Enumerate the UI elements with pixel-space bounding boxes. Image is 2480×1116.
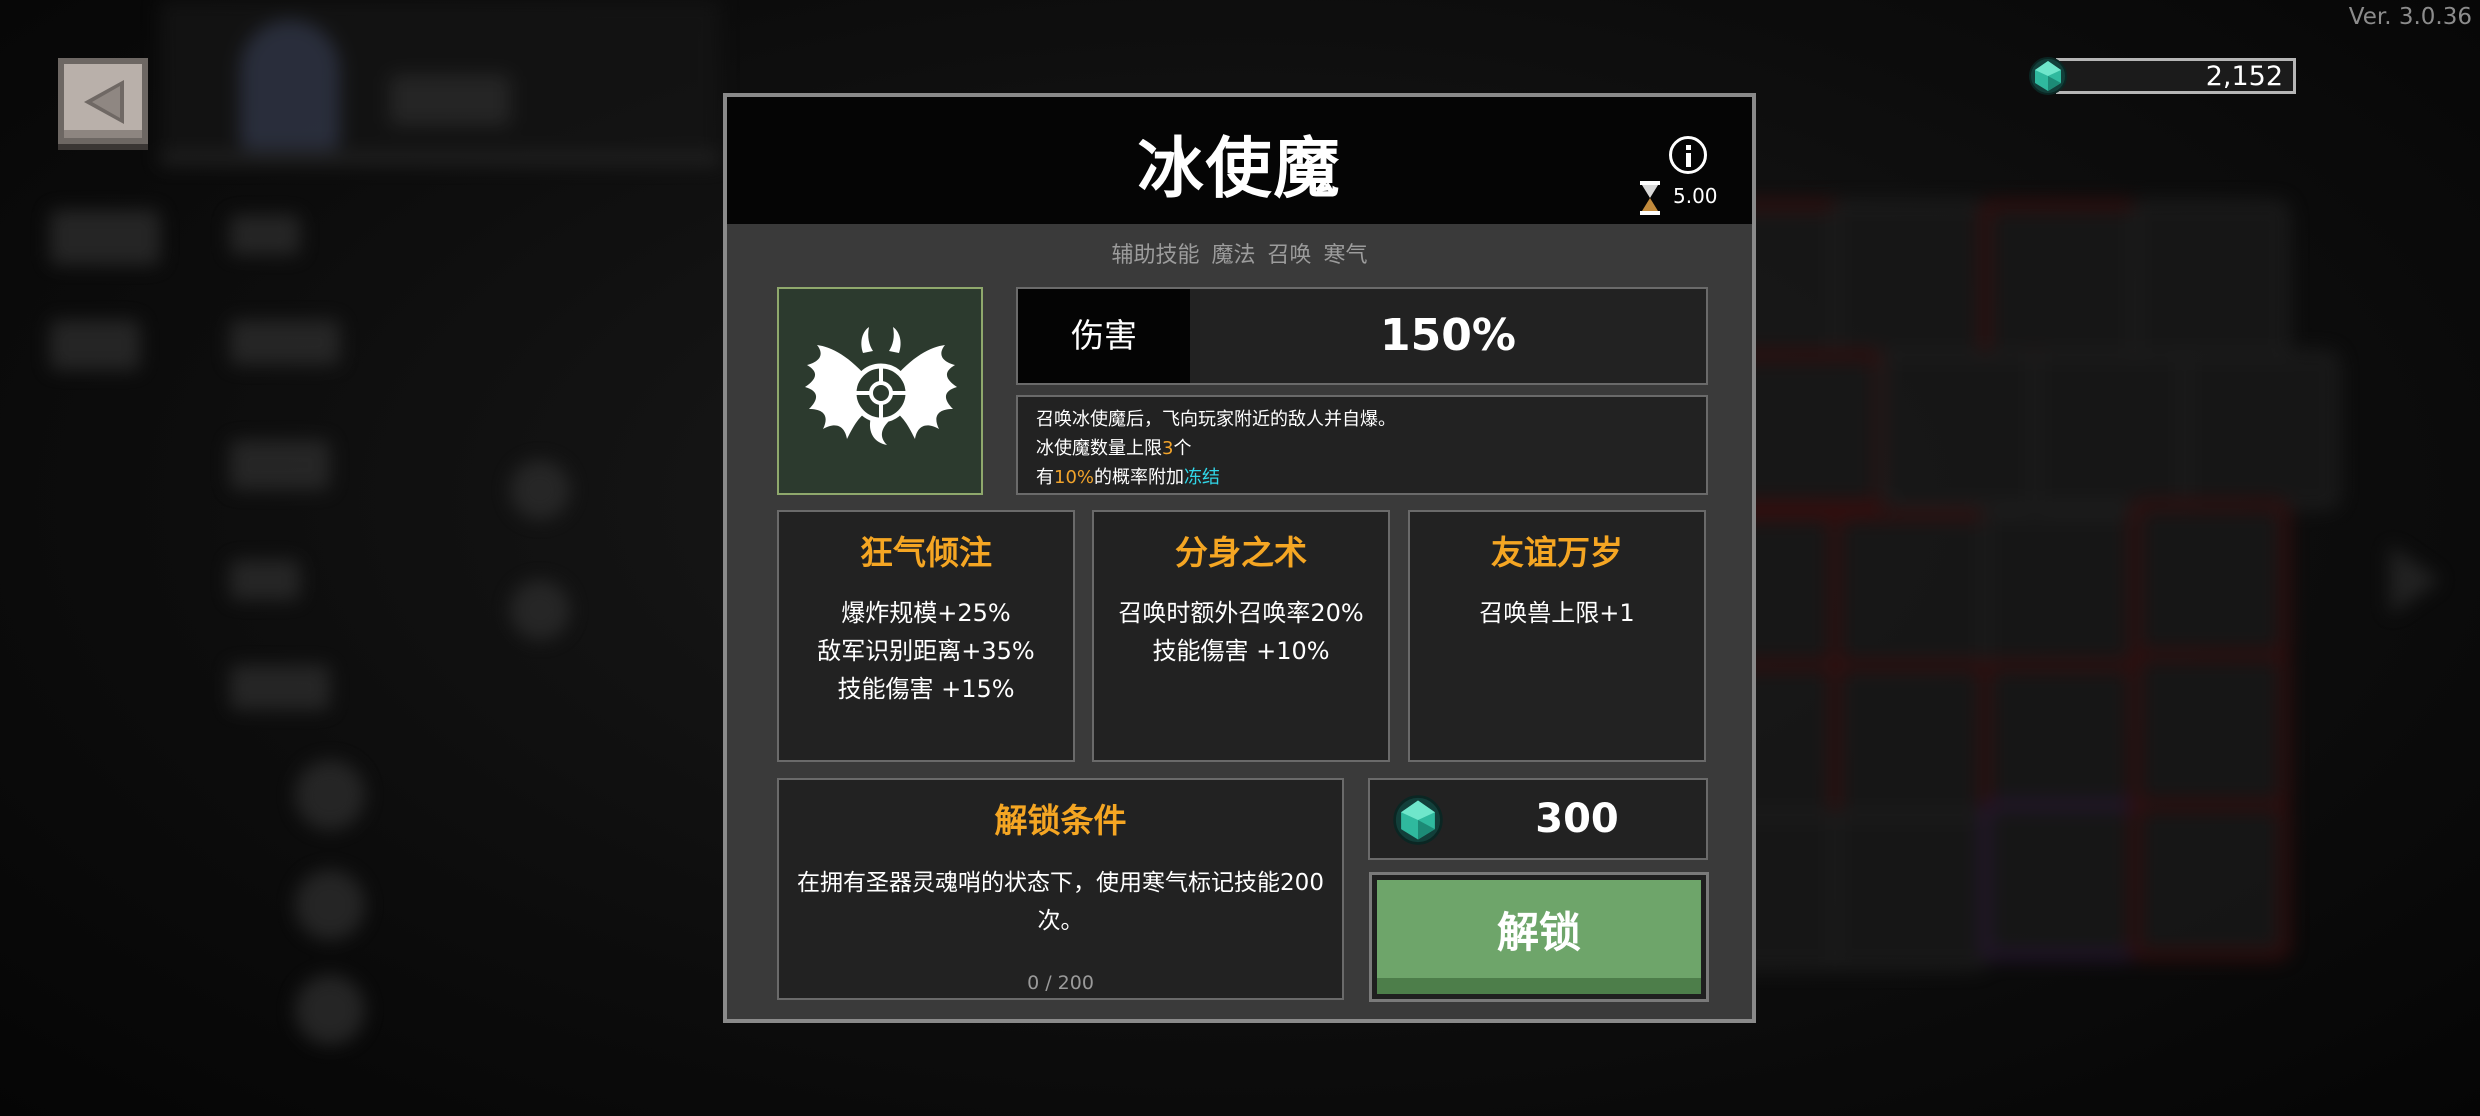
description-text: 冰使魔数量上限 [1036, 438, 1162, 459]
description-text: 有 [1036, 467, 1054, 488]
upgrade-card: 友谊万岁 召唤兽上限+1 [1408, 510, 1706, 762]
upgrade-effect: 爆炸规模+25% [841, 599, 1011, 627]
cost-value: 300 [1535, 796, 1619, 842]
emerald-gem-icon [2029, 57, 2067, 95]
back-arrow-icon [84, 80, 124, 124]
skill-tag: 寒气 [1323, 243, 1368, 268]
stat-label: 伤害 [1018, 289, 1190, 383]
description-line: 召唤冰使魔后，飞向玩家附近的敌人并自爆。 [1036, 409, 1396, 430]
description-line: 有10%的概率附加冻结 [1036, 463, 1688, 492]
skill-tags: 辅助技能 魔法 召唤 寒气 [727, 237, 1752, 269]
hourglass-icon [1640, 181, 1660, 215]
unlock-condition-text: 在拥有圣器灵魂哨的状态下，使用寒气标记技能200次。 [797, 870, 1324, 934]
freeze-effect-keyword: 冻结 [1184, 467, 1221, 488]
unlock-cost: 300 [1368, 778, 1708, 860]
stat-value: 150% [1380, 310, 1516, 361]
upgrade-effect: 技能傷害 +15% [837, 675, 1015, 703]
upgrade-effect: 技能傷害 +10% [1152, 637, 1330, 665]
info-icon[interactable] [1669, 136, 1707, 174]
unlock-condition-panel: 解锁条件 在拥有圣器灵魂哨的状态下，使用寒气标记技能200次。 0 / 200 [777, 778, 1344, 1000]
upgrade-card: 狂气倾注 爆炸规模+25% 敌军识别距离+35% 技能傷害 +15% [777, 510, 1075, 762]
upgrade-effects: 召唤时额外召唤率20% 技能傷害 +10% [1094, 594, 1388, 670]
skill-icon-frame [777, 287, 983, 495]
unlock-condition-title: 解锁条件 [994, 801, 1127, 840]
cooldown-value: 5.00 [1673, 184, 1718, 208]
emerald-gem-icon [1393, 795, 1443, 845]
currency-display: 2,152 [2028, 56, 2300, 98]
description-line: 冰使魔数量上限3个 [1036, 434, 1688, 463]
upgrade-effects: 召唤兽上限+1 [1410, 594, 1704, 632]
unlock-button[interactable]: 解锁 [1369, 872, 1709, 1002]
upgrade-title: 狂气倾注 [860, 533, 992, 572]
upgrade-effects: 爆炸规模+25% 敌军识别距离+35% 技能傷害 +15% [779, 594, 1073, 708]
currency-bar: 2,152 [2056, 58, 2296, 94]
upgrade-effect: 召唤时额外召唤率20% [1118, 599, 1364, 627]
version-label: Ver. 3.0.36 [2348, 4, 2472, 30]
skill-tag: 辅助技能 [1111, 243, 1200, 268]
description-number: 10% [1054, 467, 1095, 488]
skill-tag: 召唤 [1267, 243, 1312, 268]
damage-stat: 伤害 150% [1016, 287, 1708, 385]
upgrade-card: 分身之术 召唤时额外召唤率20% 技能傷害 +10% [1092, 510, 1390, 762]
modal-header: 冰使魔 5.00 [727, 97, 1752, 224]
skill-description: 召唤冰使魔后，飞向玩家附近的敌人并自爆。 冰使魔数量上限3个 有10%的概率附加… [1016, 395, 1708, 495]
skill-title: 冰使魔 [1137, 130, 1342, 207]
upgrade-effect: 召唤兽上限+1 [1479, 599, 1635, 627]
back-button[interactable] [58, 58, 148, 144]
ice-familiar-icon [805, 327, 957, 445]
description-text: 的概率附加 [1094, 467, 1185, 488]
description-text: 个 [1173, 438, 1192, 459]
upgrade-effect: 敌军识别距离+35% [817, 637, 1035, 665]
skill-tag: 魔法 [1211, 243, 1256, 268]
description-number: 3 [1162, 438, 1174, 459]
upgrade-title: 分身之术 [1175, 533, 1307, 572]
upgrade-title: 友谊万岁 [1491, 533, 1623, 572]
skill-detail-modal: 冰使魔 5.00 辅助技能 魔法 召唤 寒气 伤害 150% 召唤冰使魔后，飞向… [723, 93, 1756, 1023]
unlock-progress: 0 / 200 [1027, 972, 1094, 994]
currency-amount: 2,152 [2205, 61, 2283, 92]
